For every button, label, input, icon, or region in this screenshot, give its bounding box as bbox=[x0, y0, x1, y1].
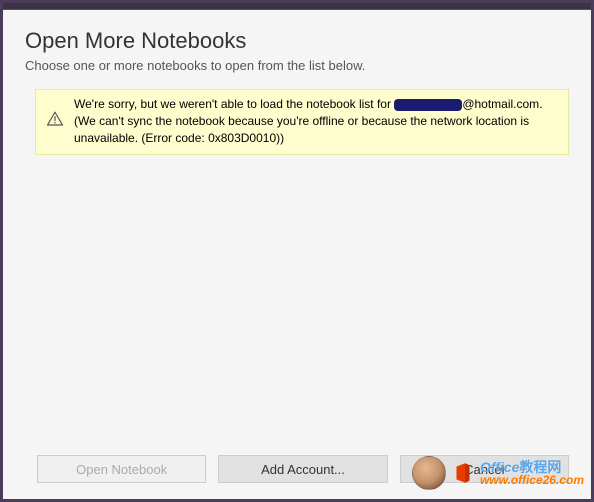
warning-text-before: We're sorry, but we weren't able to load… bbox=[74, 97, 394, 111]
open-notebook-button: Open Notebook bbox=[37, 455, 206, 483]
title-bar bbox=[3, 3, 591, 10]
content-area: We're sorry, but we weren't able to load… bbox=[3, 81, 591, 443]
dialog-title: Open More Notebooks bbox=[25, 28, 569, 54]
dialog-header: Open More Notebooks Choose one or more n… bbox=[3, 10, 591, 81]
redacted-email-user bbox=[394, 99, 462, 111]
warning-email-suffix: @hotmail.com bbox=[462, 97, 539, 111]
add-account-button[interactable]: Add Account... bbox=[218, 455, 387, 483]
cancel-button[interactable]: Cancel bbox=[400, 455, 569, 483]
button-bar: Open Notebook Add Account... Cancel bbox=[3, 443, 591, 499]
warning-triangle-icon bbox=[46, 110, 64, 128]
warning-icon-container bbox=[46, 96, 64, 128]
dialog-subtitle: Choose one or more notebooks to open fro… bbox=[25, 58, 569, 73]
warning-message: We're sorry, but we weren't able to load… bbox=[35, 89, 569, 155]
dialog-window: Open More Notebooks Choose one or more n… bbox=[0, 0, 594, 502]
warning-text: We're sorry, but we weren't able to load… bbox=[74, 96, 558, 146]
